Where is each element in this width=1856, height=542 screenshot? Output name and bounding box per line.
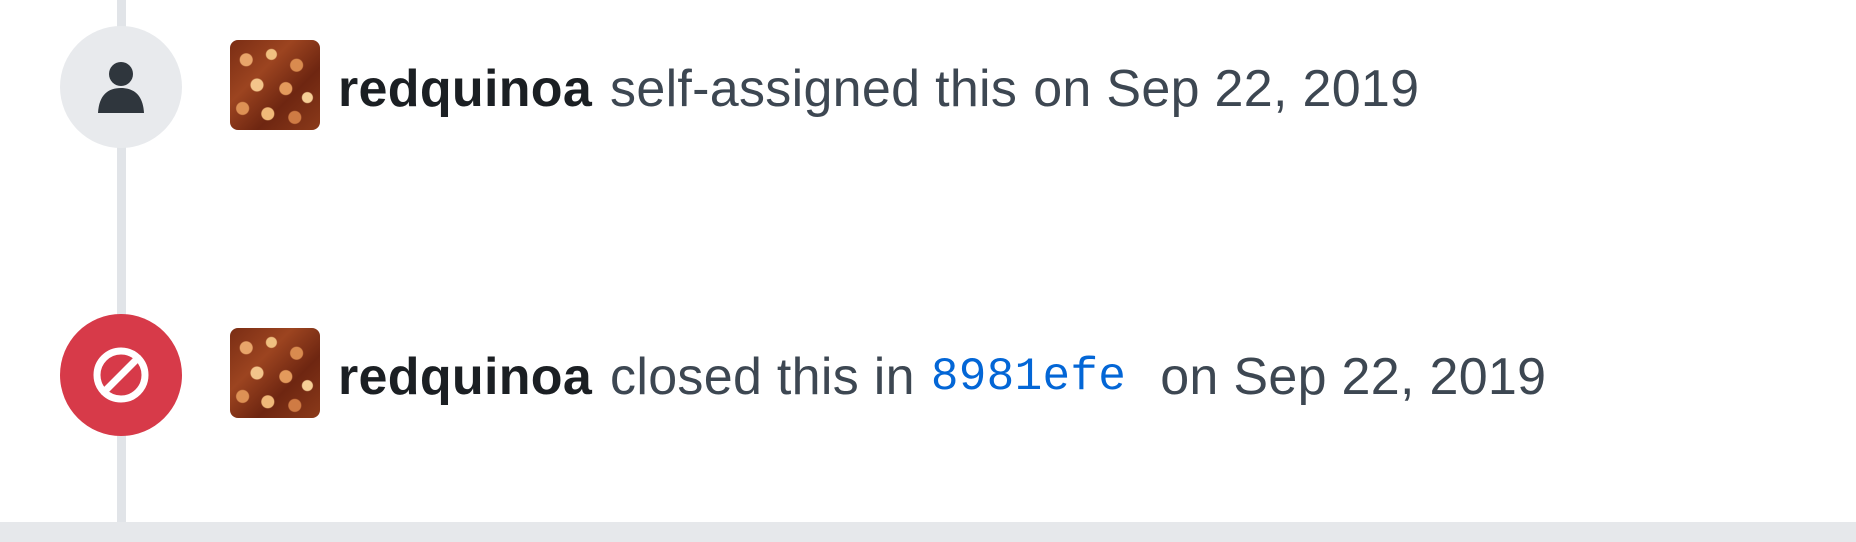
avatar-redquinoa[interactable] <box>230 328 320 418</box>
event-timestamp[interactable]: on Sep 22, 2019 <box>1160 347 1546 407</box>
author-link[interactable]: redquinoa <box>338 59 592 119</box>
timeline-event-closed: redquinoa closed this in 8981efe on Sep … <box>0 314 1856 440</box>
assignment-badge <box>60 26 182 148</box>
commit-link[interactable]: 8981efe <box>931 351 1126 403</box>
closed-circle-slash-icon <box>90 344 152 406</box>
event-timestamp[interactable]: on Sep 22, 2019 <box>1033 59 1419 119</box>
event-description: redquinoa closed this in 8981efe on Sep … <box>338 322 1546 432</box>
person-icon <box>95 59 147 115</box>
avatar-redquinoa[interactable] <box>230 40 320 130</box>
closed-badge <box>60 314 182 436</box>
event-action: self-assigned this <box>610 60 1018 118</box>
timeline-event-self-assigned: redquinoa self-assigned this on Sep 22, … <box>0 26 1856 152</box>
event-description: redquinoa self-assigned this on Sep 22, … <box>338 34 1419 144</box>
issue-timeline: redquinoa self-assigned this on Sep 22, … <box>0 0 1856 542</box>
timeline-bottom-border <box>0 522 1856 542</box>
author-link[interactable]: redquinoa <box>338 347 592 407</box>
event-action: closed this in <box>610 348 915 406</box>
